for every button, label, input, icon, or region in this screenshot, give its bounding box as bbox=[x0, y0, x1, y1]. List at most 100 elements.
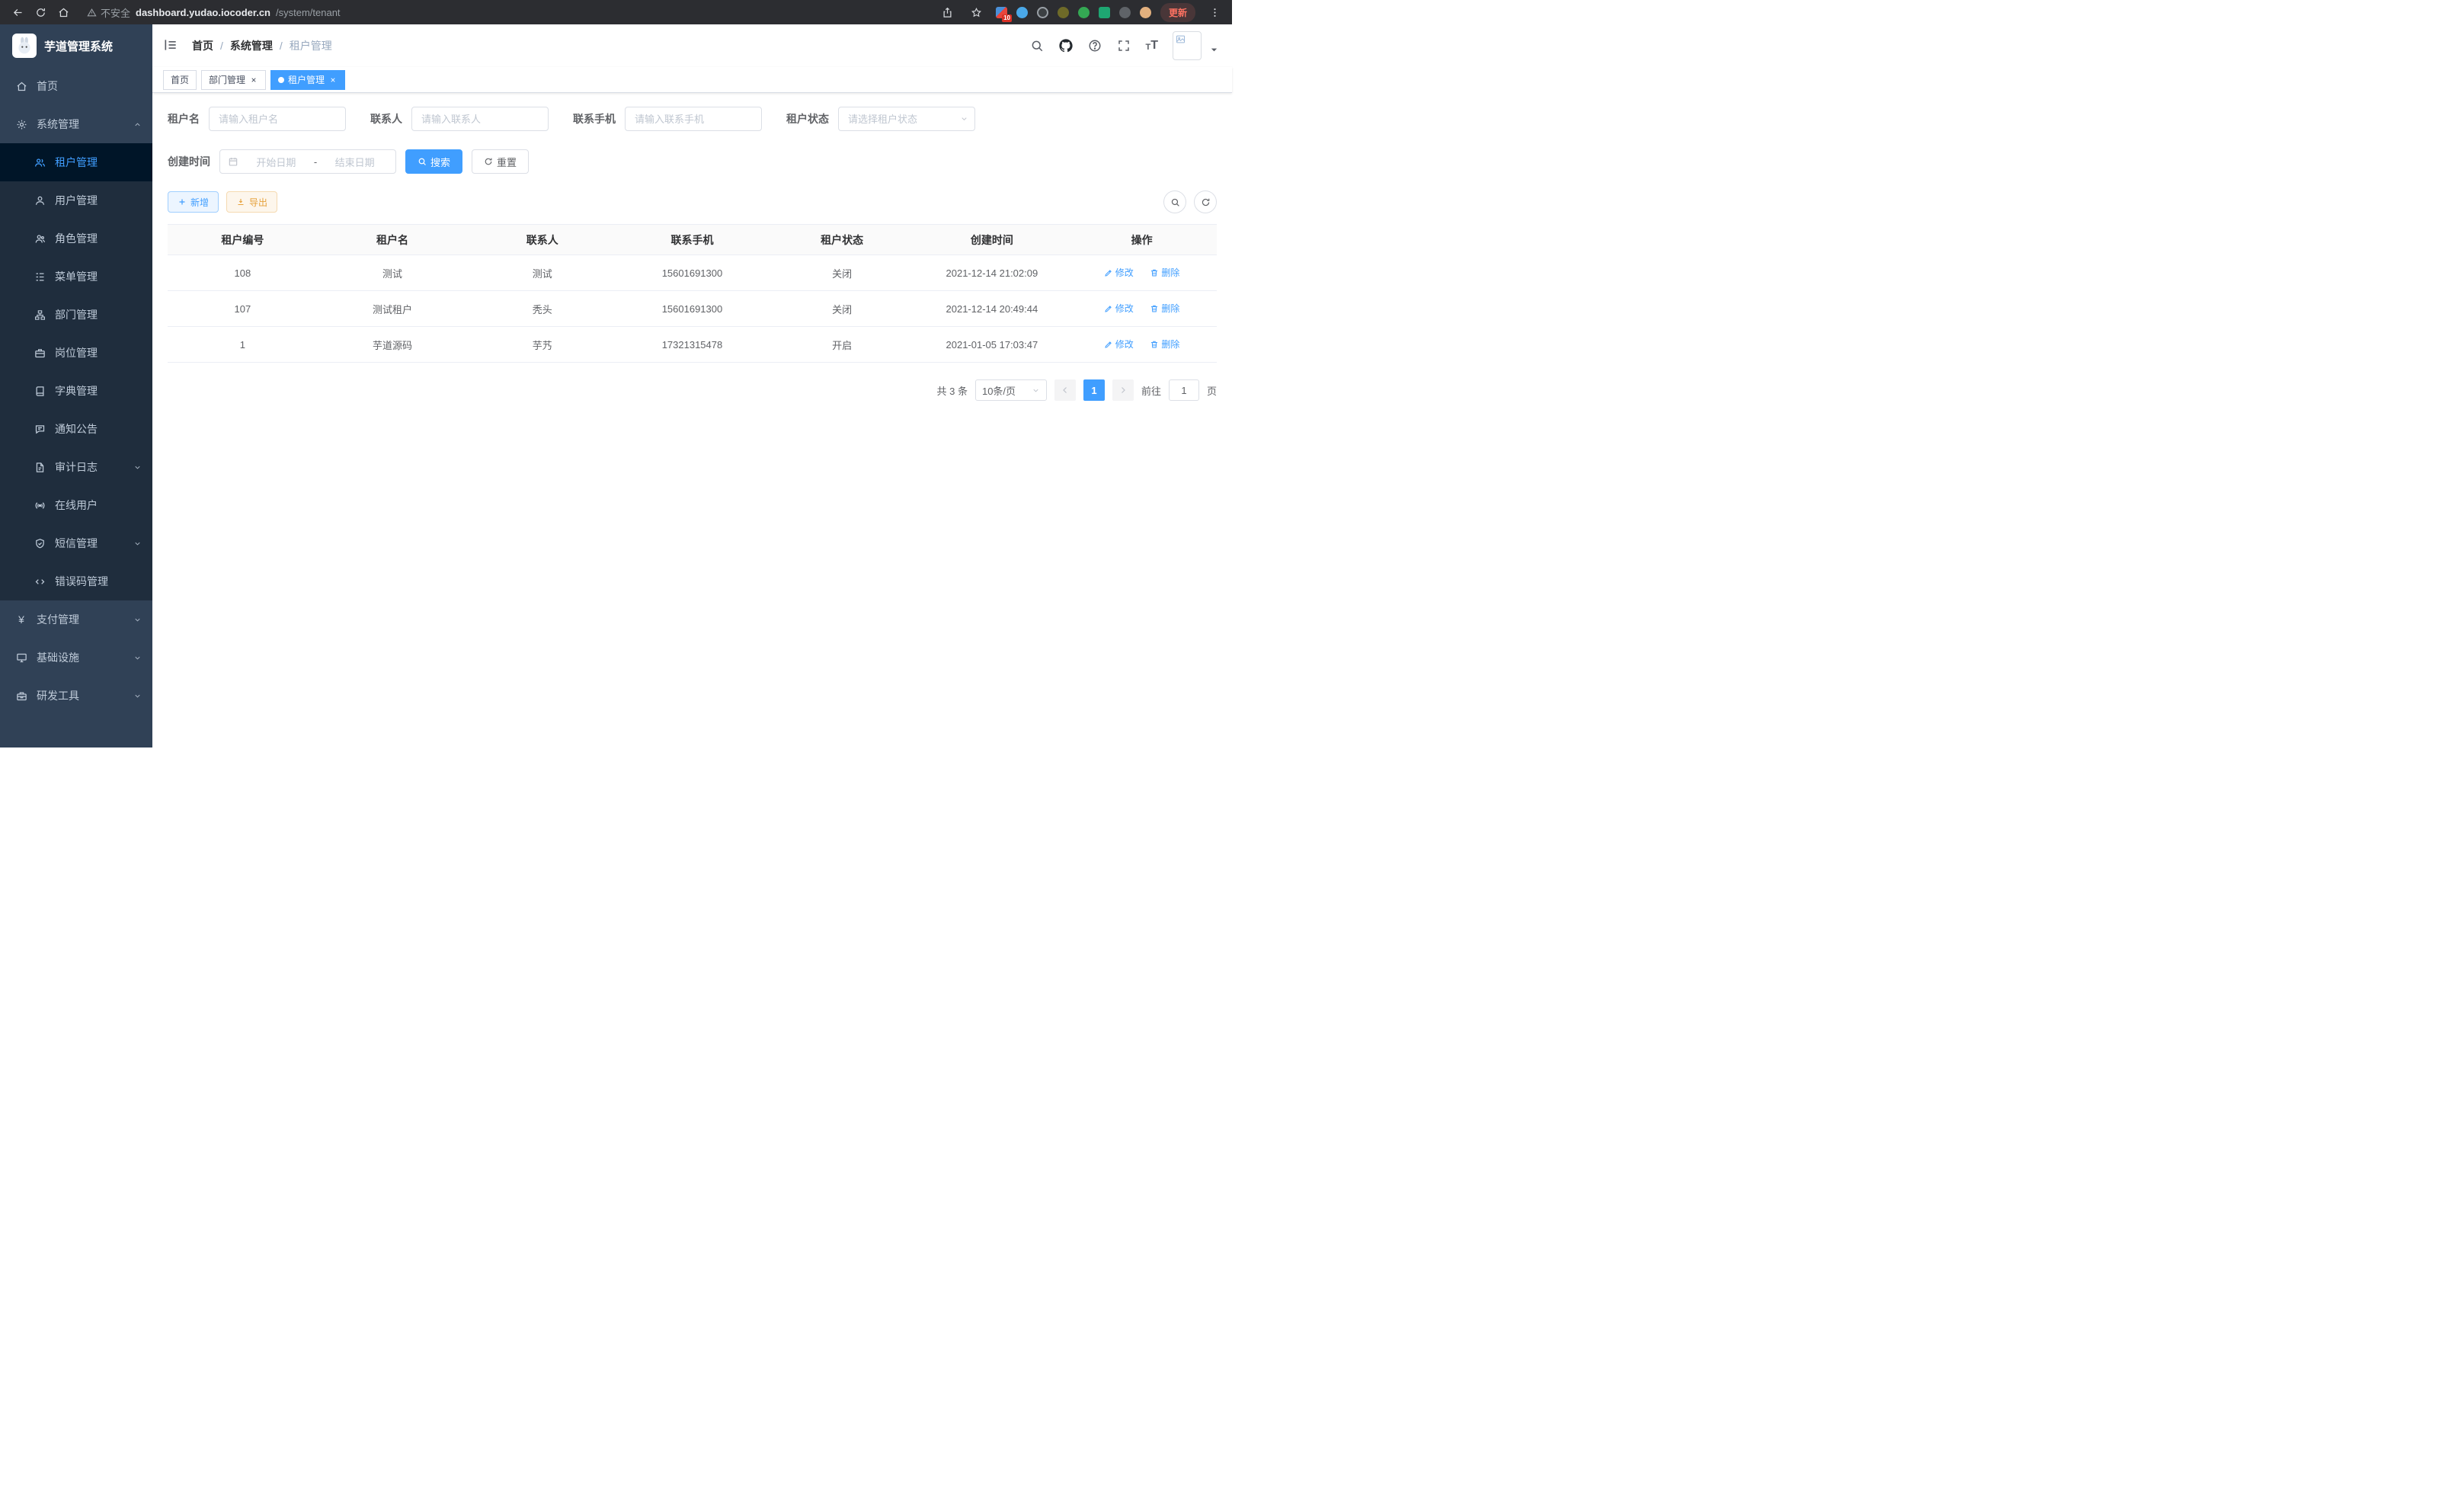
chevron-up-icon bbox=[133, 120, 142, 129]
tenant-name-input[interactable] bbox=[209, 107, 346, 131]
search-icon bbox=[1170, 197, 1180, 207]
security-warning[interactable]: 不安全 bbox=[87, 5, 130, 20]
audit-doc-icon bbox=[34, 461, 46, 473]
status-text: 关闭 bbox=[767, 291, 917, 327]
col-tenant-name: 租户名 bbox=[318, 225, 468, 255]
sidebar-menu: 首页 系统管理 租户管理 用户管理 角色管理 bbox=[0, 67, 152, 748]
warning-triangle-icon bbox=[87, 8, 97, 18]
profile-avatar-icon[interactable] bbox=[1140, 7, 1151, 18]
reset-button[interactable]: 重置 bbox=[472, 149, 529, 174]
tab-tenant[interactable]: 租户管理 bbox=[270, 70, 345, 90]
close-icon[interactable] bbox=[328, 75, 338, 85]
breadcrumb-system[interactable]: 系统管理 bbox=[230, 38, 273, 53]
sidebar-item-sms[interactable]: 短信管理 bbox=[0, 524, 152, 562]
contact-input[interactable] bbox=[411, 107, 549, 131]
sidebar-item-dept[interactable]: 部门管理 bbox=[0, 296, 152, 334]
chevron-left-icon bbox=[1061, 386, 1070, 395]
goto-page-input[interactable] bbox=[1169, 379, 1199, 401]
edit-button[interactable]: 修改 bbox=[1104, 302, 1134, 315]
sidebar-item-tenant[interactable]: 租户管理 bbox=[0, 143, 152, 181]
sidebar-item-devtools[interactable]: 研发工具 bbox=[0, 677, 152, 715]
tab-dept[interactable]: 部门管理 bbox=[201, 70, 266, 90]
search-icon bbox=[418, 157, 427, 166]
delete-button[interactable]: 删除 bbox=[1150, 266, 1179, 279]
sidebar-item-system[interactable]: 系统管理 bbox=[0, 105, 152, 143]
book-icon bbox=[34, 385, 46, 397]
security-label: 不安全 bbox=[101, 5, 130, 20]
extension-icon-3[interactable] bbox=[1037, 7, 1048, 18]
app-logo[interactable]: 芋道管理系统 bbox=[0, 24, 152, 67]
sidebar-item-online[interactable]: 在线用户 bbox=[0, 486, 152, 524]
back-icon[interactable] bbox=[8, 2, 27, 22]
extension-icon-5[interactable] bbox=[1078, 7, 1090, 18]
export-button[interactable]: 导出 bbox=[226, 191, 277, 213]
status-text: 开启 bbox=[767, 327, 917, 363]
phone-input[interactable] bbox=[625, 107, 762, 131]
sidebar-item-role[interactable]: 角色管理 bbox=[0, 219, 152, 258]
sidebar-item-home[interactable]: 首页 bbox=[0, 67, 152, 105]
home-browser-icon[interactable] bbox=[53, 2, 73, 22]
extension-icon-7[interactable] bbox=[1119, 7, 1131, 18]
toggle-search-button[interactable] bbox=[1163, 190, 1186, 213]
tenant-name-label: 租户名 bbox=[168, 111, 200, 126]
breadcrumb-home[interactable]: 首页 bbox=[192, 38, 213, 53]
browser-update-button[interactable]: 更新 bbox=[1160, 3, 1195, 22]
chevron-down-icon bbox=[133, 692, 142, 700]
col-tenant-id: 租户编号 bbox=[168, 225, 318, 255]
next-page-button[interactable] bbox=[1112, 379, 1134, 401]
bookmark-star-icon[interactable] bbox=[967, 2, 987, 22]
search-button[interactable]: 搜索 bbox=[405, 149, 462, 174]
tab-home[interactable]: 首页 bbox=[163, 70, 197, 90]
fullscreen-icon[interactable] bbox=[1116, 39, 1131, 53]
caret-down-icon[interactable] bbox=[1210, 46, 1218, 54]
github-icon[interactable] bbox=[1058, 39, 1073, 53]
col-created: 创建时间 bbox=[917, 225, 1067, 255]
url-bar[interactable]: 不安全 dashboard.yudao.iocoder.cn/system/te… bbox=[87, 5, 935, 20]
delete-button[interactable]: 删除 bbox=[1150, 302, 1179, 315]
sidebar-item-errorcode[interactable]: 错误码管理 bbox=[0, 562, 152, 600]
date-separator: - bbox=[314, 156, 317, 168]
kebab-menu-icon[interactable] bbox=[1205, 2, 1224, 22]
status-label: 租户状态 bbox=[786, 111, 829, 126]
prev-page-button[interactable] bbox=[1054, 379, 1076, 401]
page-1-button[interactable]: 1 bbox=[1083, 379, 1105, 401]
refresh-table-button[interactable] bbox=[1194, 190, 1217, 213]
extension-icon-6[interactable] bbox=[1099, 7, 1110, 18]
url-path: /system/tenant bbox=[276, 7, 341, 18]
active-tab-dot bbox=[278, 77, 284, 83]
edit-button[interactable]: 修改 bbox=[1104, 338, 1134, 351]
delete-button[interactable]: 删除 bbox=[1150, 338, 1179, 351]
page-size-select[interactable]: 10条/页 bbox=[975, 379, 1047, 401]
help-icon[interactable] bbox=[1087, 39, 1102, 53]
sidebar-item-infra[interactable]: 基础设施 bbox=[0, 639, 152, 677]
chevron-down-icon bbox=[133, 616, 142, 624]
sidebar-item-user[interactable]: 用户管理 bbox=[0, 181, 152, 219]
sidebar-item-notice[interactable]: 通知公告 bbox=[0, 410, 152, 448]
close-icon[interactable] bbox=[249, 75, 258, 85]
contact-label: 联系人 bbox=[370, 111, 402, 126]
tags-view-bar: 首页 部门管理 租户管理 bbox=[152, 67, 1232, 93]
search-icon[interactable] bbox=[1029, 39, 1044, 53]
tenant-table: 租户编号 租户名 联系人 联系手机 租户状态 创建时间 操作 108 测试 bbox=[168, 224, 1217, 363]
sidebar-item-post[interactable]: 岗位管理 bbox=[0, 334, 152, 372]
add-button[interactable]: 新增 bbox=[168, 191, 219, 213]
table-row: 108 测试 测试 15601691300 关闭 2021-12-14 21:0… bbox=[168, 255, 1217, 291]
sidebar-item-audit[interactable]: 审计日志 bbox=[0, 448, 152, 486]
sidebar-item-dict[interactable]: 字典管理 bbox=[0, 372, 152, 410]
edit-button[interactable]: 修改 bbox=[1104, 266, 1134, 279]
date-range-picker[interactable]: 开始日期 - 结束日期 bbox=[219, 149, 396, 174]
extension-icon-1[interactable]: 10 bbox=[996, 7, 1007, 18]
date-end-placeholder: 结束日期 bbox=[322, 155, 388, 169]
reload-icon[interactable] bbox=[30, 2, 50, 22]
font-size-icon[interactable]: TT bbox=[1145, 40, 1158, 52]
share-icon[interactable] bbox=[938, 2, 958, 22]
col-actions: 操作 bbox=[1067, 225, 1217, 255]
extension-icon-4[interactable] bbox=[1058, 7, 1069, 18]
user-avatar[interactable] bbox=[1173, 31, 1202, 60]
status-select[interactable] bbox=[838, 107, 975, 131]
download-icon bbox=[236, 197, 245, 206]
extension-icon-2[interactable] bbox=[1016, 7, 1028, 18]
sidebar-fold-icon[interactable] bbox=[163, 37, 180, 54]
sidebar-item-menu[interactable]: 菜单管理 bbox=[0, 258, 152, 296]
sidebar-item-pay[interactable]: ¥ 支付管理 bbox=[0, 600, 152, 639]
